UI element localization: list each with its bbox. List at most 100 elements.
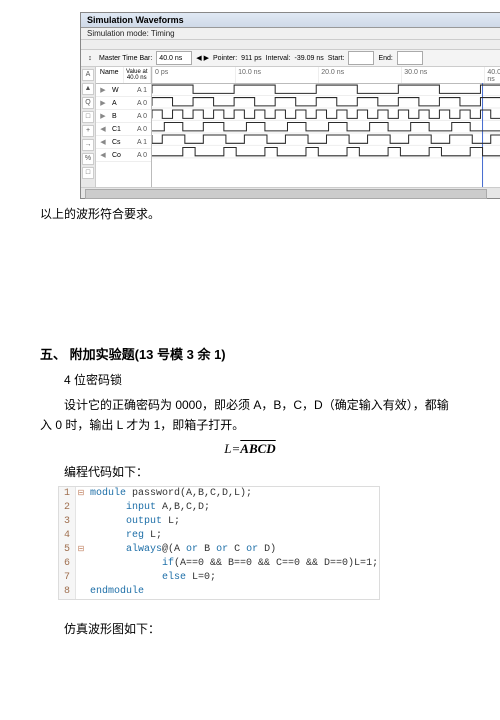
signal-name: W (110, 87, 133, 94)
waveform-window: Simulation Waveforms Simulation mode: Ti… (80, 12, 500, 199)
master-time-label: Master Time Bar: (99, 55, 152, 62)
description: 设计它的正确密码为 0000，即必须 A，B，C，D（确定输入有效），都输入 0… (40, 396, 460, 434)
signal-row[interactable]: ◀CsA 1 (96, 136, 151, 149)
mode-label: Simulation mode: Timing (81, 28, 500, 40)
tool-icon[interactable]: Q (82, 97, 94, 109)
signal-name: A (110, 100, 133, 107)
line-number: 2 (59, 501, 76, 515)
time-tick: 30.0 ns (401, 67, 484, 83)
spacer (81, 40, 500, 50)
code-line: 2 input A,B,C,D; (59, 501, 379, 515)
signal-panel: Name Value at 40.0 ns ▶WA 1▶AA 0▶BA 0◀C1… (96, 67, 152, 187)
time-tick: 10.0 ns (235, 67, 318, 83)
code-line: 5⊟ always@(A or B or C or D) (59, 543, 379, 557)
tool-icon[interactable]: □ (82, 111, 94, 123)
signal-row[interactable]: ▶WA 1 (96, 84, 151, 97)
formula-rhs: ABCD (240, 441, 275, 456)
end-label: End: (378, 55, 392, 62)
line-number: 6 (59, 557, 76, 571)
signal-value: A 1 (133, 87, 151, 94)
fold-icon[interactable] (76, 557, 86, 571)
code-line: 1⊟module password(A,B,C,D,L); (59, 487, 379, 501)
fold-icon[interactable] (76, 501, 86, 515)
tool-icon[interactable]: % (82, 153, 94, 165)
signal-value: A 0 (133, 126, 151, 133)
code-line: 4 reg L; (59, 529, 379, 543)
fold-icon[interactable] (76, 571, 86, 585)
h-scrollbar[interactable] (81, 187, 500, 198)
formula-lhs: L= (224, 441, 240, 456)
time-tick: 40.0 ns (484, 67, 500, 83)
line-number: 7 (59, 571, 76, 585)
signal-value: A 1 (133, 139, 151, 146)
formula: L=ABCD (40, 441, 460, 457)
interval-label: Interval: (266, 55, 291, 62)
start-input[interactable] (348, 51, 374, 65)
signal-row[interactable]: ◀C1A 0 (96, 123, 151, 136)
pointer-arrows[interactable]: ◀ ▶ (196, 54, 209, 62)
code-text: reg L; (86, 529, 379, 543)
signal-icon: ◀ (96, 151, 110, 159)
code-text: endmodule (86, 585, 379, 599)
interval-value: -39.09 ns (295, 55, 324, 62)
value-header: Value at 40.0 ns (124, 67, 152, 83)
code-line: 8endmodule (59, 585, 379, 599)
tool-icon[interactable]: + (82, 125, 94, 137)
fold-icon[interactable]: ⊟ (76, 487, 86, 501)
scrollbar-thumb[interactable] (85, 189, 487, 199)
code-text: always@(A or B or C or D) (86, 543, 379, 557)
signal-row[interactable]: ▶BA 0 (96, 110, 151, 123)
subtitle: 4 位密码锁 (40, 371, 460, 390)
signal-value: A 0 (133, 152, 151, 159)
signal-icon: ◀ (96, 138, 110, 146)
signal-value: A 0 (133, 100, 151, 107)
line-number: 3 (59, 515, 76, 529)
signal-row[interactable]: ◀CoA 0 (96, 149, 151, 162)
master-time-input[interactable] (156, 51, 192, 65)
tool-icon[interactable]: A (82, 69, 94, 81)
signal-name: Co (110, 152, 133, 159)
left-toolbar: A ▲ Q □ + → % □ (81, 67, 96, 187)
end-input[interactable] (397, 51, 423, 65)
signal-name: C1 (110, 126, 133, 133)
signal-icon: ▶ (96, 112, 110, 120)
wave-area[interactable]: 0 ps 10.0 ns 20.0 ns 30.0 ns 40.0 ns (152, 67, 500, 187)
caption-text: 以上的波形符合要求。 (40, 205, 460, 224)
signal-icon: ▶ (96, 99, 110, 107)
code-line: 6 if(A==0 && B==0 && C==0 && D==0)L=1; (59, 557, 379, 571)
time-tick: 0 ps (152, 67, 235, 83)
time-bar: ↕ Master Time Bar: ◀ ▶ Pointer: 911 ps I… (81, 50, 500, 67)
code-text: if(A==0 && B==0 && C==0 && D==0)L=1; (86, 557, 379, 571)
code-intro: 编程代码如下： (40, 463, 460, 482)
code-text: output L; (86, 515, 379, 529)
fold-icon[interactable]: ⊟ (76, 543, 86, 557)
wave-body: A ▲ Q □ + → % □ Name Value at 40.0 ns ▶W… (81, 67, 500, 187)
signal-icon: ◀ (96, 125, 110, 133)
time-tick: 20.0 ns (318, 67, 401, 83)
signal-value: A 0 (133, 113, 151, 120)
fold-icon[interactable] (76, 515, 86, 529)
window-title: Simulation Waveforms (81, 13, 500, 28)
code-line: 3 output L; (59, 515, 379, 529)
tool-icon[interactable]: □ (82, 167, 94, 179)
after-code-text: 仿真波形图如下： (40, 620, 460, 639)
tool-icon[interactable]: ▲ (82, 83, 94, 95)
line-number: 5 (59, 543, 76, 557)
signal-row[interactable]: ▶AA 0 (96, 97, 151, 110)
signal-name: B (110, 113, 133, 120)
line-number: 4 (59, 529, 76, 543)
line-number: 1 (59, 487, 76, 501)
tool-icon[interactable]: → (82, 139, 94, 151)
code-block: 1⊟module password(A,B,C,D,L);2 input A,B… (58, 486, 380, 600)
time-scale: 0 ps 10.0 ns 20.0 ns 30.0 ns 40.0 ns (152, 67, 500, 84)
code-text: input A,B,C,D; (86, 501, 379, 515)
fold-icon[interactable] (76, 585, 86, 599)
pointer-value: 911 ps (241, 55, 262, 62)
fold-icon[interactable] (76, 529, 86, 543)
pointer-label: Pointer: (213, 55, 237, 62)
cursor-icon: ↕ (85, 55, 95, 62)
name-header: Name (96, 67, 124, 83)
signal-name: Cs (110, 139, 133, 146)
section-heading: 五、 附加实验题(13 号模 3 余 1) (40, 344, 460, 363)
code-text: module password(A,B,C,D,L); (86, 487, 379, 501)
